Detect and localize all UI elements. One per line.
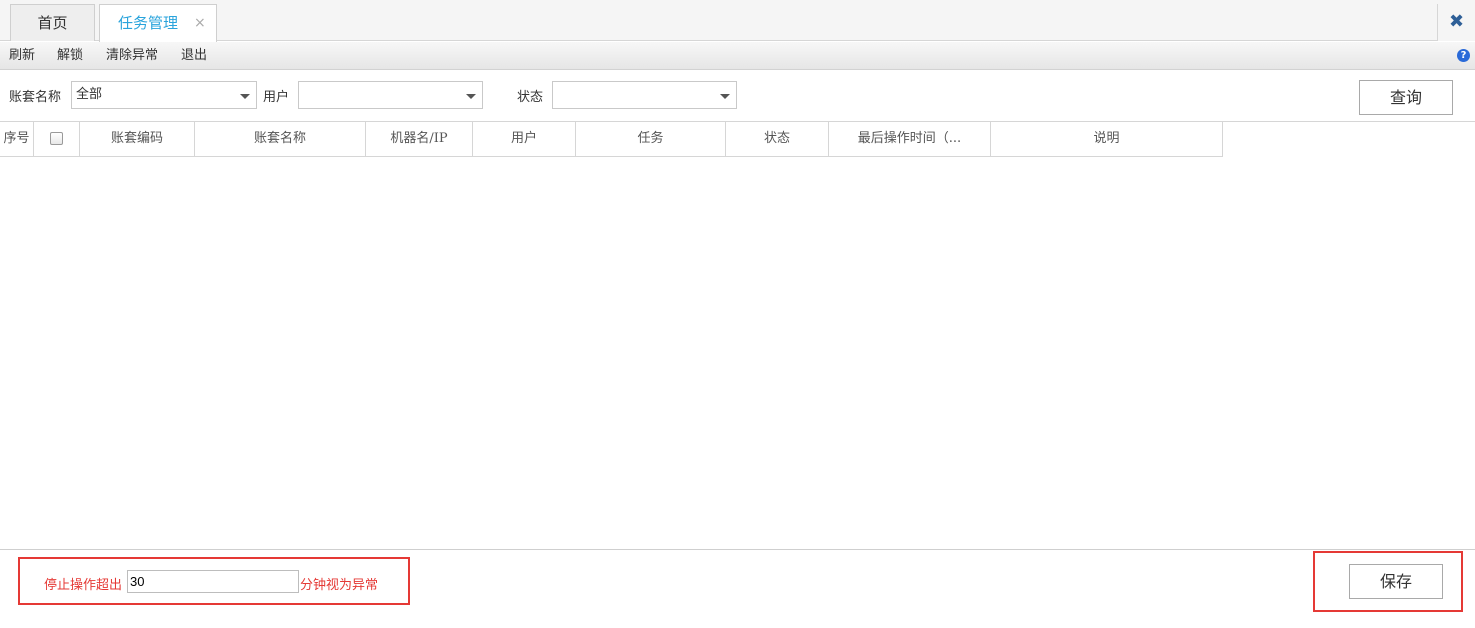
account-label: 账套名称 [9,90,62,105]
clear-exception-button[interactable]: 清除异常 [106,42,158,70]
toolbar: 刷新 解锁 清除异常 退出 ? [0,42,1475,70]
column-header-index[interactable]: 序号 [0,122,34,156]
status-label: 状态 [517,90,544,105]
exit-button[interactable]: 退出 [181,42,207,70]
help-icon[interactable]: ? [1457,49,1470,62]
column-header-description[interactable]: 说明 [991,122,1223,156]
column-header-select-all[interactable] [34,122,80,156]
column-header-task[interactable]: 任务 [576,122,726,156]
tab-task-management-label: 任务管理 [118,14,179,32]
chevron-down-icon[interactable] [466,94,476,99]
chevron-down-icon[interactable] [720,94,730,99]
save-button[interactable]: 保存 [1349,564,1443,599]
column-header-machine-ip[interactable]: 机器名/IP [366,122,473,156]
user-label: 用户 [263,90,290,105]
column-header-account-code[interactable]: 账套编码 [80,122,195,156]
timeout-minutes-input[interactable] [127,570,299,593]
select-all-checkbox[interactable] [50,132,63,145]
column-header-status[interactable]: 状态 [726,122,829,156]
timeout-suffix-label: 分钟视为异常 [300,578,379,593]
column-header-last-operation-time[interactable]: 最后操作时间（... [829,122,991,156]
column-header-user[interactable]: 用户 [473,122,576,156]
tab-close-icon[interactable]: × [194,5,206,41]
tab-home-label: 首页 [37,14,68,32]
close-window-icon[interactable]: ✖ [1437,4,1475,41]
save-highlight-box: 保存 [1313,551,1463,612]
filter-bar: 账套名称 全部 用户 状态 查询 [0,72,1475,120]
tab-bar: 首页 任务管理 × ✖ [0,0,1475,42]
account-select-value: 全部 [76,87,103,102]
footer: 停止操作超出 分钟视为异常 保存 [0,551,1475,628]
task-grid: 序号 账套编码 账套名称 机器名/IP 用户 任务 状态 最后操作时间（... … [0,121,1475,550]
query-button[interactable]: 查询 [1359,80,1453,115]
unlock-button[interactable]: 解锁 [57,42,83,70]
chevron-down-icon[interactable] [240,94,250,99]
tab-task-management[interactable]: 任务管理 × [99,4,217,42]
column-header-account-name[interactable]: 账套名称 [195,122,366,156]
timeout-prefix-label: 停止操作超出 [44,578,123,593]
grid-header: 序号 账套编码 账套名称 机器名/IP 用户 任务 状态 最后操作时间（... … [0,122,1223,157]
refresh-button[interactable]: 刷新 [9,42,35,70]
account-select[interactable]: 全部 [71,81,257,109]
user-select[interactable] [298,81,483,109]
tab-home[interactable]: 首页 [10,4,95,41]
status-select[interactable] [552,81,737,109]
